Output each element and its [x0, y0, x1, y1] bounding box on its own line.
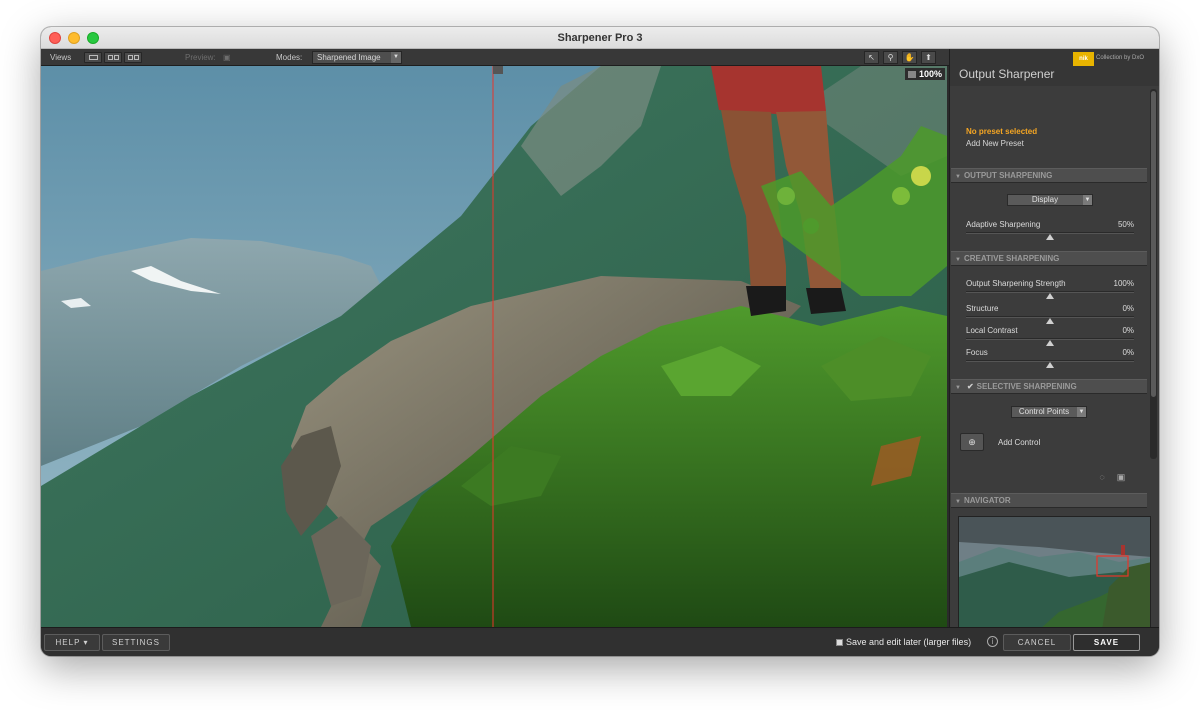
- preview-toggle-icon[interactable]: ▣: [223, 53, 231, 62]
- zoom-tool-icon: ⚲: [887, 53, 894, 62]
- minimize-window-button[interactable]: [68, 32, 80, 44]
- zoom-level: 100%: [904, 68, 945, 80]
- select-tool-icon: ↖: [868, 53, 875, 62]
- selective-enabled-checkbox[interactable]: ✔: [967, 382, 974, 391]
- nik-logo: nik: [1073, 52, 1094, 66]
- mode-select-value: Sharpened Image: [317, 53, 381, 62]
- single-view-button[interactable]: [84, 52, 102, 63]
- side-by-side-icon: [128, 55, 133, 60]
- structure-slider[interactable]: Structure 0%: [966, 304, 1134, 324]
- modes-label: Modes:: [276, 53, 303, 62]
- info-icon[interactable]: i: [987, 636, 998, 647]
- save-later-option[interactable]: Save and edit later (larger files): [836, 637, 971, 647]
- app-window: Sharpener Pro 3 Views Preview: ▣ Modes: …: [41, 27, 1159, 656]
- chevron-down-icon: ▼: [1083, 195, 1092, 205]
- panel-header: nik Collection by DxO Output Sharpener: [950, 49, 1159, 86]
- preset-area: No preset selected Add New Preset: [966, 127, 1037, 148]
- bottom-bar: HELP ▾ SETTINGS Save and edit later (lar…: [41, 627, 1159, 656]
- chevron-down-icon: ▼: [1077, 407, 1086, 417]
- creative-sharpening-header[interactable]: ▼ CREATIVE SHARPENING: [951, 251, 1147, 266]
- views-label: Views: [50, 53, 72, 62]
- focus-slider[interactable]: Focus 0%: [966, 348, 1134, 368]
- output-strength-slider[interactable]: Output Sharpening Strength 100%: [966, 279, 1134, 299]
- save-later-checkbox[interactable]: [836, 639, 843, 647]
- select-tool-button[interactable]: ↖: [864, 51, 879, 64]
- close-window-button[interactable]: [49, 32, 61, 44]
- side-by-side-view-button[interactable]: [124, 52, 142, 63]
- settings-button[interactable]: SETTINGS: [102, 634, 170, 651]
- navigator-header[interactable]: ▼ NAVIGATOR: [951, 493, 1147, 508]
- panel-title: Output Sharpener: [959, 67, 1055, 81]
- landscape-photo: [41, 66, 947, 627]
- hand-tool-icon: ✋: [904, 53, 915, 62]
- pin-tool-button[interactable]: ⬆: [921, 51, 936, 64]
- window-controls: [49, 32, 99, 44]
- control-point-icon: ⊕: [968, 437, 976, 447]
- help-button[interactable]: HELP ▾: [44, 634, 100, 651]
- mode-select[interactable]: Sharpened Image ▼: [312, 51, 402, 64]
- image-preview[interactable]: 100%: [41, 66, 947, 627]
- single-view-icon: [89, 55, 98, 60]
- title-bar: Sharpener Pro 3: [41, 27, 1159, 49]
- zoom-tool-button[interactable]: ⚲: [883, 51, 898, 64]
- selective-sharpening-header[interactable]: ▼ ✔ SELECTIVE SHARPENING: [951, 379, 1147, 394]
- output-sharpener-panel: nik Collection by DxO Output Sharpener N…: [949, 49, 1159, 647]
- save-button[interactable]: SAVE: [1073, 634, 1140, 651]
- preview-label: Preview:: [185, 53, 216, 62]
- add-new-preset-link[interactable]: Add New Preset: [966, 139, 1037, 148]
- hand-tool-button[interactable]: ✋: [902, 51, 917, 64]
- split-view-icon: [108, 55, 113, 60]
- pin-tool-icon: ⬆: [925, 53, 932, 62]
- preset-status: No preset selected: [966, 127, 1038, 136]
- add-control-label: Add Control: [998, 438, 1041, 447]
- chevron-down-icon: ▼: [391, 52, 401, 63]
- split-view-button[interactable]: [104, 52, 122, 63]
- mask-icon[interactable]: ▣: [1116, 472, 1126, 482]
- cancel-button[interactable]: CANCEL: [1003, 634, 1071, 651]
- selective-mode-select[interactable]: Control Points ▼: [1011, 406, 1087, 418]
- add-control-button[interactable]: ⊕: [960, 433, 984, 451]
- show-points-icon[interactable]: ◌: [1097, 472, 1107, 482]
- toolbar: Views Preview: ▣ Modes: Sharpened Image …: [41, 49, 949, 66]
- output-target-select[interactable]: Display ▼: [1007, 194, 1093, 206]
- adaptive-sharpening-slider[interactable]: Adaptive Sharpening 50%: [966, 220, 1134, 240]
- maximize-window-button[interactable]: [87, 32, 99, 44]
- local-contrast-slider[interactable]: Local Contrast 0%: [966, 326, 1134, 346]
- panel-scrollbar[interactable]: [1150, 89, 1157, 459]
- window-title: Sharpener Pro 3: [557, 31, 643, 44]
- output-sharpening-header[interactable]: ▼ OUTPUT SHARPENING: [951, 168, 1147, 183]
- brand-text: Collection by DxO: [1096, 55, 1145, 61]
